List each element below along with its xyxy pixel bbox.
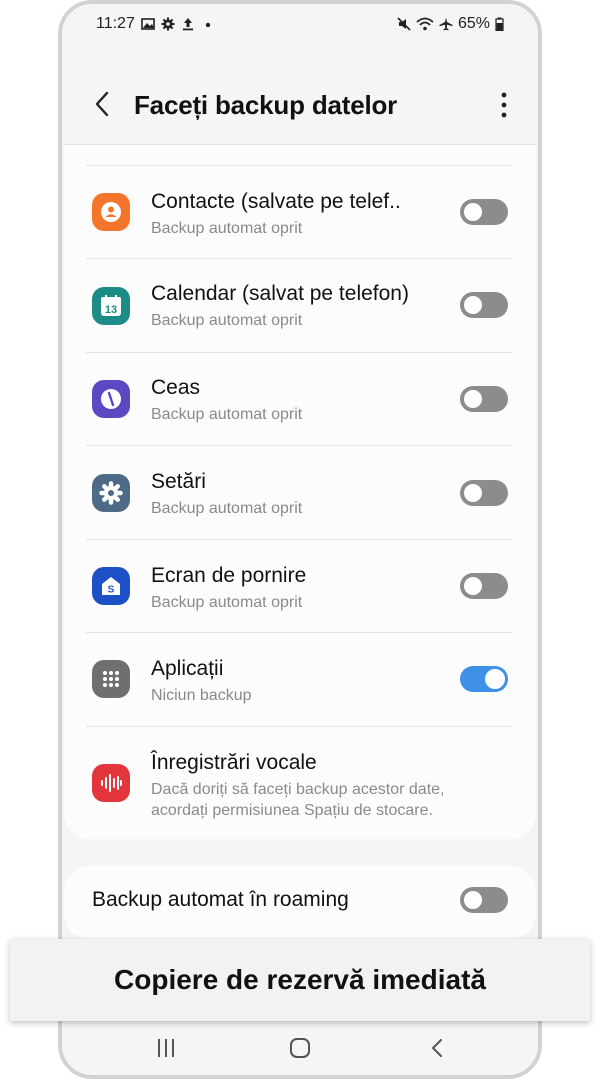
calendar-icon: 13 xyxy=(92,287,130,325)
item-status: Backup automat oprit xyxy=(151,406,303,423)
item-status: Backup automat oprit xyxy=(151,500,303,517)
settings-status-icon xyxy=(161,17,175,31)
list-item-apps[interactable]: Aplicații Niciun backup xyxy=(64,632,536,725)
home-screen-icon: S xyxy=(92,567,130,605)
list-item-contacts[interactable]: Contacte (salvate pe telef.. Backup auto… xyxy=(64,165,536,258)
dot-icon xyxy=(205,22,211,28)
item-label: Ecran de pornire xyxy=(151,564,307,587)
item-label: Ceas xyxy=(151,376,201,399)
settings-backup-toggle[interactable] xyxy=(460,480,508,506)
settings-gear-icon xyxy=(92,474,130,512)
item-label: Calendar (salvat pe telefon) xyxy=(151,282,409,305)
item-status: Backup automat oprit xyxy=(151,594,303,611)
divider xyxy=(86,539,512,540)
divider xyxy=(86,726,512,727)
page-title: Faceți backup datelor xyxy=(134,90,398,120)
list-item-calendar[interactable]: 13 Calendar (salvat pe telefon) Backup a… xyxy=(64,258,536,351)
divider xyxy=(86,258,512,259)
upload-icon xyxy=(182,18,193,31)
item-label: Aplicații xyxy=(151,657,224,680)
backup-items-card: Contacte (salvate pe telef.. Backup auto… xyxy=(64,144,536,839)
recent-apps-icon[interactable] xyxy=(154,1036,178,1060)
back-arrow-icon[interactable] xyxy=(88,88,116,120)
voice-recorder-icon xyxy=(92,764,130,802)
battery-percent: 65% xyxy=(457,15,490,32)
list-item-clock[interactable]: Ceas Backup automat oprit xyxy=(64,352,536,445)
wifi-icon xyxy=(416,17,434,31)
clock-backup-toggle[interactable] xyxy=(460,386,508,412)
home-screen-icon-text: S xyxy=(108,585,115,596)
item-status: Backup automat oprit xyxy=(151,312,303,329)
back-nav-icon[interactable] xyxy=(426,1036,450,1060)
divider xyxy=(86,165,512,166)
divider xyxy=(86,632,512,633)
calendar-backup-toggle[interactable] xyxy=(460,292,508,318)
item-description-line-1: Dacă doriți să faceți backup acestor dat… xyxy=(151,781,445,798)
status-right: 65% xyxy=(397,15,504,33)
navigation-bar xyxy=(62,1022,538,1072)
backup-now-label: Copiere de rezervă imediată xyxy=(114,964,486,995)
roaming-backup-toggle[interactable] xyxy=(460,887,508,913)
item-label: Înregistrări vocale xyxy=(151,751,317,774)
apps-grid-icon xyxy=(92,660,130,698)
item-status: Niciun backup xyxy=(151,687,252,704)
more-options-icon[interactable] xyxy=(494,88,514,122)
list-item-settings[interactable]: Setări Backup automat oprit xyxy=(64,445,536,538)
status-left: 11:27 xyxy=(96,15,215,33)
app-header: Faceți backup datelor xyxy=(62,64,538,144)
item-label: Setări xyxy=(151,470,206,493)
phone: 11:27 65% Faceți backup datelor Contacte… xyxy=(58,0,542,1079)
divider xyxy=(86,445,512,446)
backup-now-button[interactable]: Copiere de rezervă imediată xyxy=(10,939,590,1021)
roaming-card[interactable]: Backup automat în roaming xyxy=(64,866,536,940)
clock-icon xyxy=(92,380,130,418)
contacts-backup-toggle[interactable] xyxy=(460,199,508,225)
airplane-mode-icon xyxy=(439,17,453,31)
item-status: Backup automat oprit xyxy=(151,220,303,237)
item-description-line-2: acordați permisiunea Spațiu de stocare. xyxy=(151,802,433,819)
home-screen-backup-toggle[interactable] xyxy=(460,573,508,599)
apps-backup-toggle[interactable] xyxy=(460,666,508,692)
home-button-icon[interactable] xyxy=(288,1036,312,1060)
list-item-voice-recordings[interactable]: Înregistrări vocale Dacă doriți să faceț… xyxy=(64,726,536,838)
battery-icon xyxy=(495,17,504,31)
list-item-home-screen[interactable]: S Ecran de pornire Backup automat oprit xyxy=(64,539,536,632)
divider xyxy=(86,352,512,353)
phone-screen: 11:27 65% Faceți backup datelor Contacte… xyxy=(58,0,542,1079)
contacts-icon xyxy=(92,193,130,231)
item-label: Contacte (salvate pe telef.. xyxy=(151,190,401,213)
mute-icon xyxy=(397,17,411,31)
roaming-label: Backup automat în roaming xyxy=(92,888,349,911)
calendar-icon-text: 13 xyxy=(105,304,117,316)
status-time: 11:27 xyxy=(96,15,135,32)
gallery-icon xyxy=(141,18,155,30)
status-bar: 11:27 65% xyxy=(62,4,538,46)
